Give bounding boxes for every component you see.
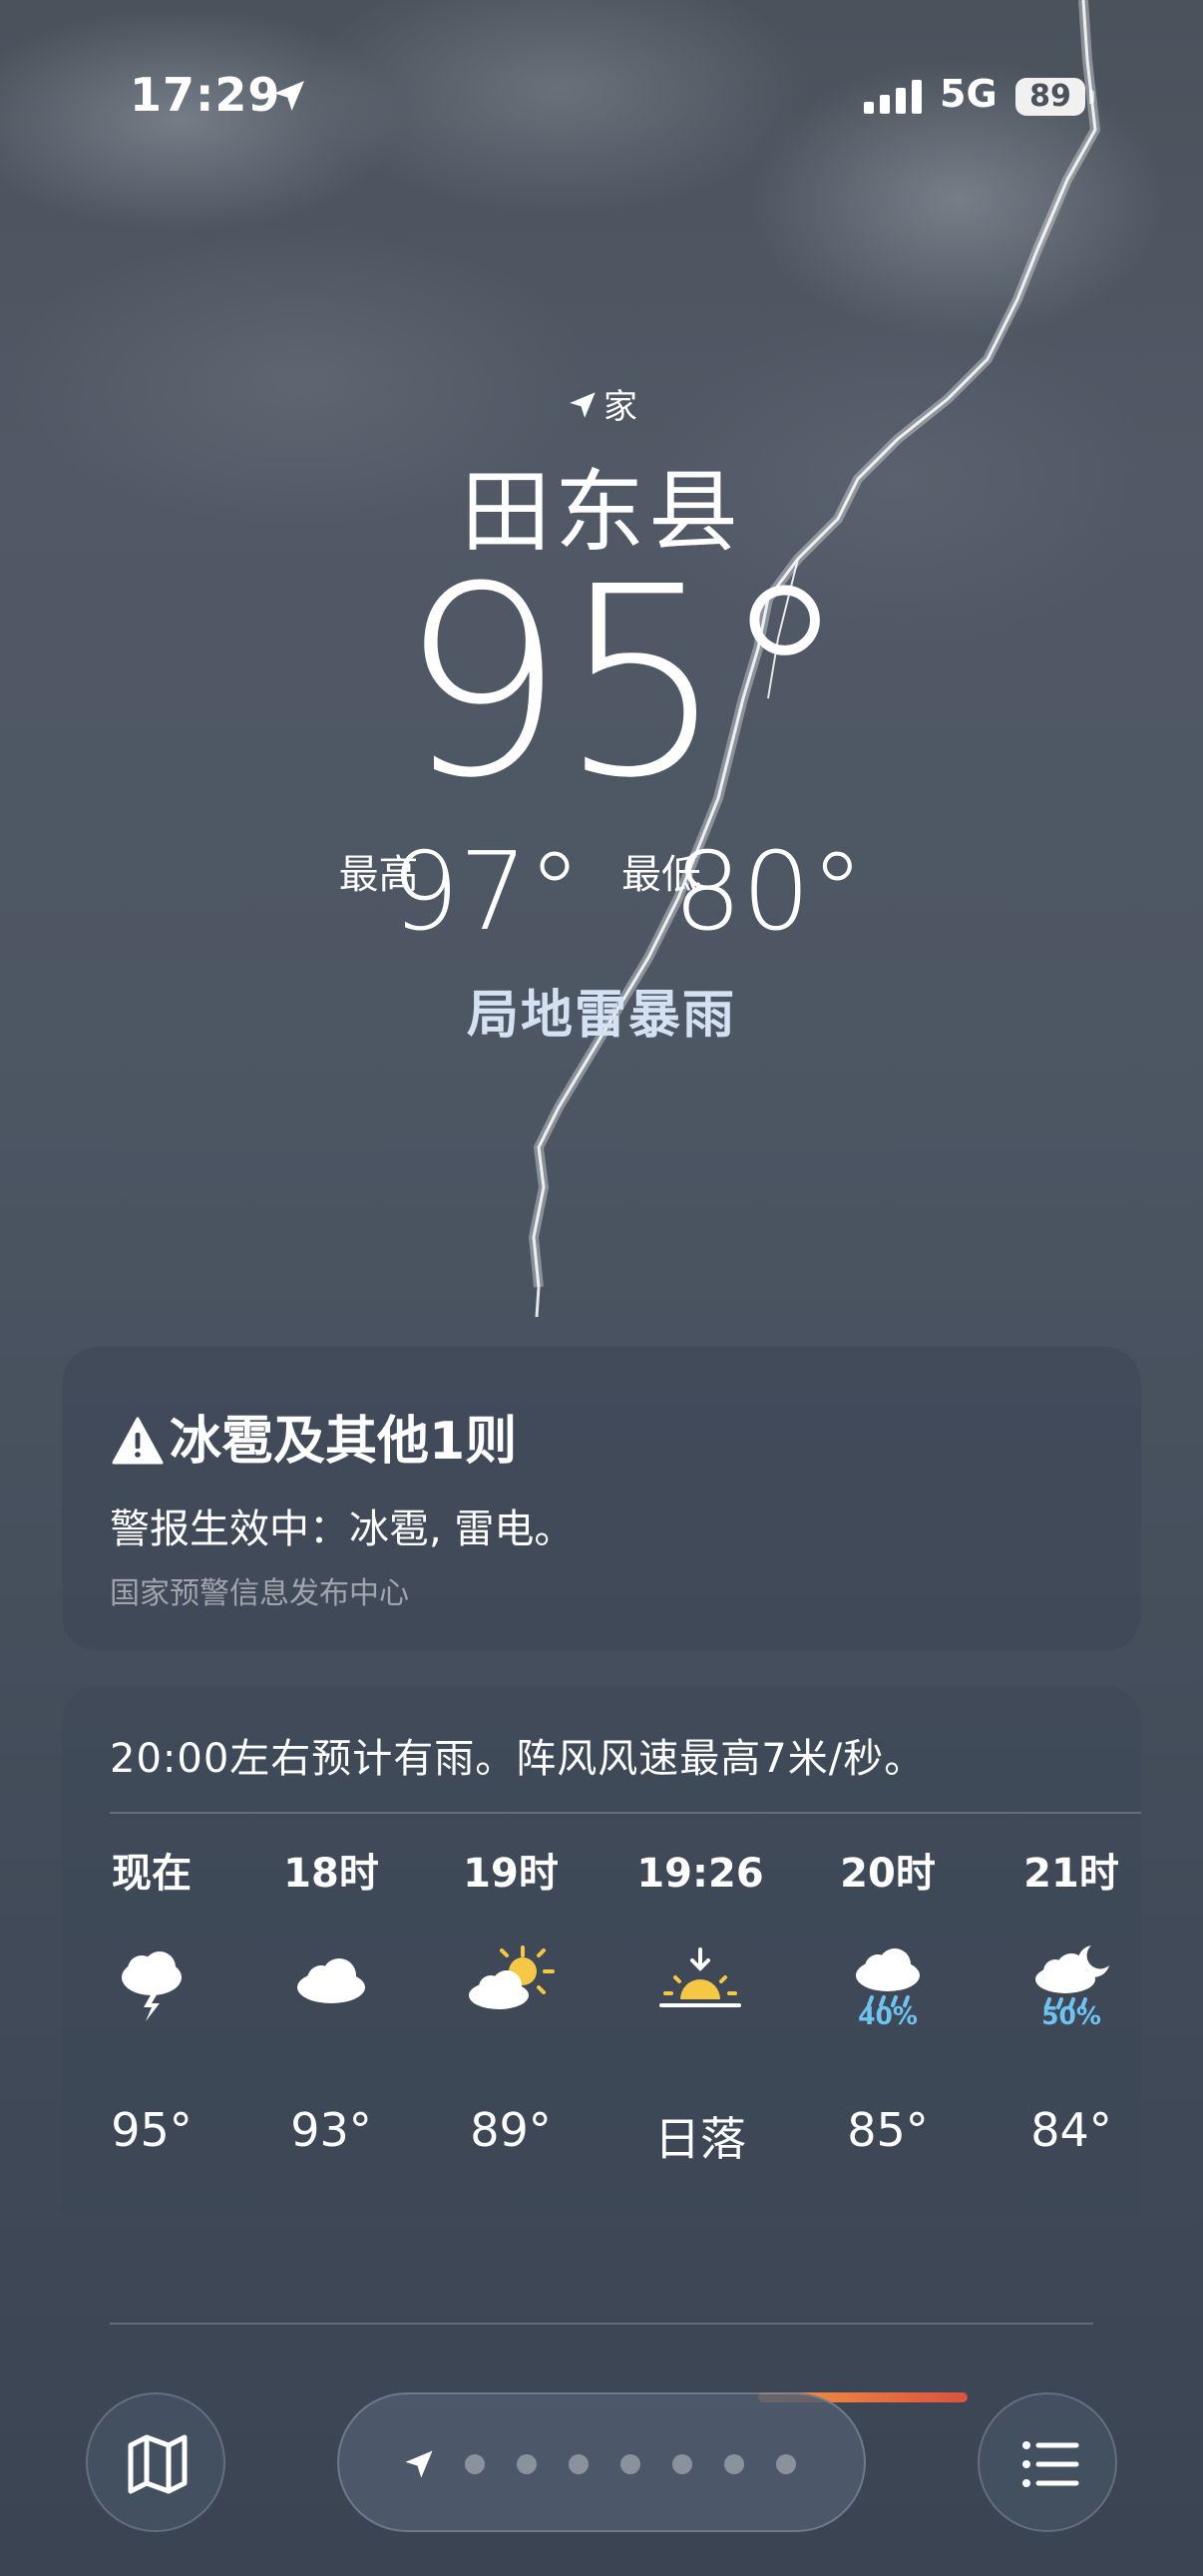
page-dot[interactable] <box>724 2454 744 2474</box>
hour-temp: 85° <box>847 2103 929 2157</box>
location-arrow-icon <box>274 81 304 111</box>
sunset-icon <box>610 1943 790 2053</box>
page-dot[interactable] <box>465 2454 485 2474</box>
page-dot[interactable] <box>620 2454 640 2474</box>
hour-temp: 89° <box>470 2103 552 2157</box>
alert-card[interactable]: 冰雹及其他1则 警报生效中：冰雹, 雷电。 国家预警信息发布中心 <box>62 1347 1141 1651</box>
list-icon <box>1022 2441 1079 2487</box>
battery-icon: 89 <box>1015 78 1085 116</box>
hour-item: 19:26 日落 <box>610 1844 790 2166</box>
map-icon <box>128 2434 188 2494</box>
hourly-summary: 20:00左右预计有雨。阵风风速最高7米/秒。 <box>110 1736 926 1782</box>
status-bar: 17:29 5G 89 <box>0 0 1203 200</box>
high-low-temps: 最高97° 最低80° <box>0 838 1203 948</box>
precip-chance: 50% <box>1041 2001 1101 2030</box>
hour-label: 19时 <box>463 1851 559 1897</box>
page-dot[interactable] <box>776 2454 796 2474</box>
hour-item: 20时 40% 85° <box>798 1844 978 2157</box>
low-label: 最低 <box>621 851 701 898</box>
night-rain-icon: 50% <box>982 1943 1141 2053</box>
status-time: 17:29 <box>130 68 281 122</box>
daily-divider <box>110 2323 1093 2325</box>
hour-label: 18时 <box>283 1851 379 1897</box>
hour-item: 现在 95° <box>62 1844 241 2157</box>
hour-temp: 93° <box>290 2103 372 2157</box>
hour-label: 20时 <box>840 1851 936 1897</box>
alert-title: 冰雹及其他1则 <box>170 1412 518 1472</box>
alert-source: 国家预警信息发布中心 <box>110 1576 409 1611</box>
page-dot[interactable] <box>517 2454 537 2474</box>
partly-sunny-icon <box>421 1943 601 2053</box>
thunderstorm-icon <box>62 1943 241 2053</box>
hour-item: 21时 50% 84° <box>982 1844 1141 2157</box>
hour-temp: 84° <box>1030 2103 1112 2157</box>
page-indicator[interactable] <box>337 2392 866 2532</box>
rain-icon: 40% <box>798 1943 978 2053</box>
map-button[interactable] <box>86 2392 225 2532</box>
high-label: 最高 <box>338 851 419 898</box>
precip-chance: 40% <box>858 2001 918 2030</box>
high-temp: 97° <box>390 830 582 955</box>
location-arrow-icon <box>570 392 596 418</box>
condition-text: 局地雷暴雨 <box>466 986 736 1046</box>
page-dot[interactable] <box>672 2454 692 2474</box>
alert-body: 警报生效中：冰雹, 雷电。 <box>110 1506 575 1552</box>
current-temperature: 95° <box>398 531 850 835</box>
battery-tip <box>1089 90 1094 104</box>
location-label: 家 <box>0 379 1203 428</box>
hour-label: 21时 <box>1023 1851 1119 1897</box>
alert-title-row: 冰雹及其他1则 <box>112 1399 517 1474</box>
low-temp: 80° <box>673 830 865 955</box>
divider <box>110 1812 1141 1814</box>
hour-label: 19:26 <box>636 1851 764 1897</box>
home-label: 家 <box>603 387 637 427</box>
network-type: 5G <box>940 72 998 116</box>
hourly-forecast-card[interactable]: 20:00左右预计有雨。阵风风速最高7米/秒。 现在 95° 18时 93° 1… <box>62 1686 1141 2215</box>
cloud-icon <box>241 1943 421 2053</box>
hour-temp: 95° <box>111 2103 193 2157</box>
warning-icon <box>112 1417 164 1465</box>
city-list-button[interactable] <box>978 2392 1117 2532</box>
signal-icon <box>864 80 922 114</box>
hour-label: 现在 <box>112 1851 192 1897</box>
sunset-label: 日落 <box>654 2112 746 2166</box>
hour-item: 18时 93° <box>241 1844 421 2157</box>
location-arrow-icon <box>405 2450 433 2478</box>
page-dot[interactable] <box>569 2454 589 2474</box>
hour-item: 19时 89° <box>421 1844 601 2157</box>
